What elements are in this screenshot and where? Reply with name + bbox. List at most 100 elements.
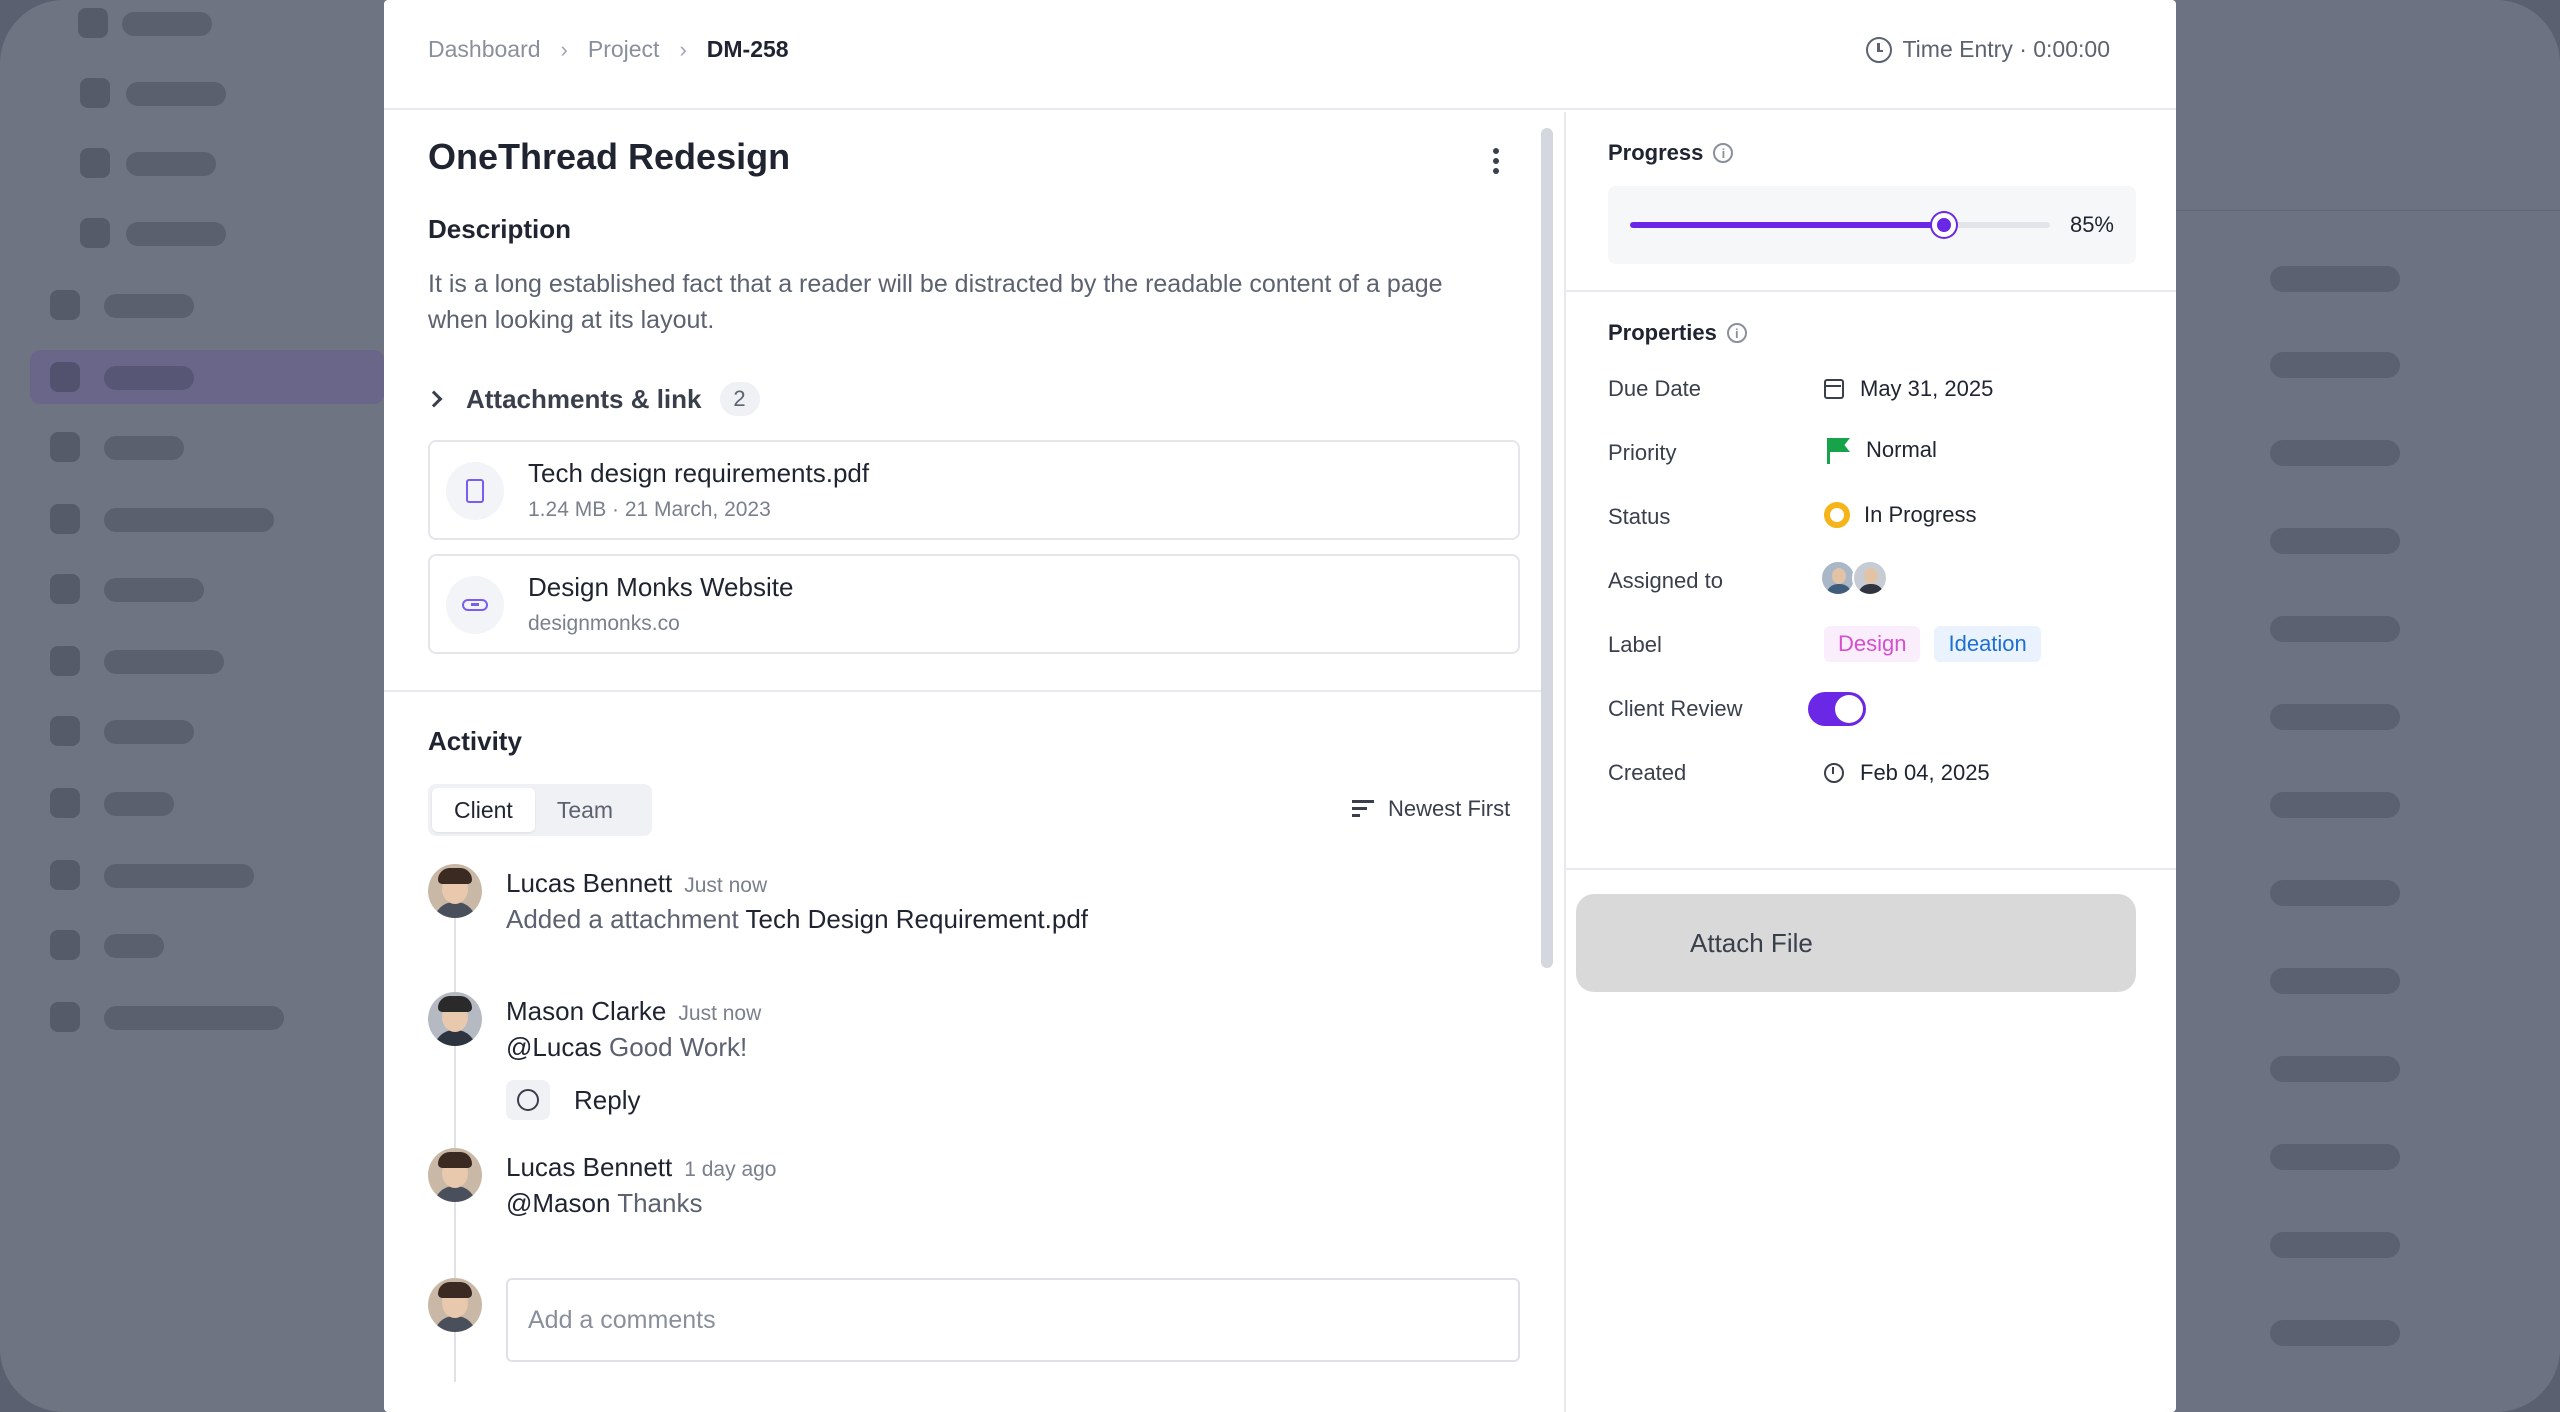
comment-prefix: Added a attachment <box>506 904 739 934</box>
comment-author: Lucas Bennett 1 day ago <box>506 1152 776 1183</box>
breadcrumb-dashboard[interactable]: Dashboard <box>428 36 541 63</box>
bg-icon <box>50 574 80 604</box>
progress-slider[interactable] <box>1630 213 2050 237</box>
author-name: Mason Clarke <box>506 996 667 1026</box>
bg-icon <box>80 218 110 248</box>
assignee-avatars[interactable] <box>1820 560 1888 596</box>
bg-icon <box>50 860 80 890</box>
emoji-icon <box>517 1089 539 1111</box>
comment-time: Just now <box>678 1002 762 1025</box>
attachment-meta: 1.24 MB · 21 March, 2023 <box>528 498 771 521</box>
time-entry-label: Time Entry · 0:00:00 <box>1902 36 2110 62</box>
bg-pill <box>2270 880 2400 906</box>
avatar <box>428 864 482 918</box>
bg-pill <box>2270 266 2400 292</box>
info-icon[interactable]: i <box>1726 323 1747 343</box>
created-value: Feb 04, 2025 <box>1824 760 1990 786</box>
bg-pill <box>2270 616 2400 642</box>
dot-icon <box>1493 168 1499 174</box>
comment-time: 1 day ago <box>684 1158 777 1181</box>
attachment-name: Design Monks Website <box>528 572 794 602</box>
attachment-item[interactable]: Design Monks Website designmonks.co <box>428 554 1520 654</box>
clock-icon <box>1824 763 1844 783</box>
description-text: It is a long established fact that a rea… <box>428 270 1443 334</box>
activity-tabs: Client Team <box>428 784 652 836</box>
attachment-item[interactable]: Tech design requirements.pdf 1.24 MB · 2… <box>428 440 1520 540</box>
more-options-button[interactable] <box>1484 144 1508 184</box>
task-title: OneThread Redesign <box>428 136 791 177</box>
bg-pill <box>2270 1056 2400 1082</box>
emoji-button[interactable] <box>506 1080 550 1120</box>
attach-file-button[interactable]: Attach File <box>1576 894 2136 992</box>
priority-text: Normal <box>1866 437 1937 462</box>
bg-icon <box>50 432 80 462</box>
author-name: Lucas Bennett <box>506 1152 673 1182</box>
attachment-reference[interactable]: Tech Design Requirement.pdf <box>745 904 1088 934</box>
bg-icon <box>78 8 108 38</box>
assignee-avatar[interactable] <box>1820 560 1856 596</box>
screen-frame: Dashboard › Project › DM-258 Time Entry … <box>0 0 2560 1412</box>
author-name: Lucas Bennett <box>506 868 673 898</box>
mention-link[interactable]: @Lucas <box>506 1032 602 1062</box>
bg-item <box>104 792 174 816</box>
label-label: Label <box>1608 632 1662 657</box>
comment-author: Lucas Bennett Just now <box>506 868 767 899</box>
label-tags: Design Ideation <box>1824 626 2055 662</box>
properties-label: Properties <box>1608 320 1717 345</box>
attachments-toggle[interactable]: Attachments & link 2 <box>425 382 760 416</box>
calendar-icon <box>1824 379 1844 399</box>
progress-label: Progress <box>1608 140 1704 165</box>
attachment-icon <box>446 462 504 520</box>
created-text: Feb 04, 2025 <box>1860 760 1990 785</box>
assignee-avatar[interactable] <box>1852 560 1888 596</box>
bg-item <box>104 720 194 744</box>
sort-dropdown[interactable]: Newest First <box>1352 796 1510 822</box>
comment-time: Just now <box>684 874 768 897</box>
breadcrumb-project[interactable]: Project <box>588 36 660 63</box>
tag-design[interactable]: Design <box>1824 626 1921 662</box>
bg-icon <box>80 78 110 108</box>
bg-pill <box>2270 1232 2400 1258</box>
section-divider <box>384 690 1542 692</box>
comment-text: @Mason Thanks <box>506 1188 702 1219</box>
scrollbar[interactable] <box>1541 128 1553 968</box>
due-date-text: May 31, 2025 <box>1860 376 1994 401</box>
bg-item <box>104 650 224 674</box>
bg-item <box>104 1006 284 1030</box>
background-sidebar <box>0 0 384 1412</box>
tag-ideation[interactable]: Ideation <box>1934 626 2041 662</box>
bg-item <box>104 934 164 958</box>
progress-thumb[interactable] <box>1932 213 1957 237</box>
reply-label: Reply <box>574 1084 641 1115</box>
priority-label: Priority <box>1608 440 1677 465</box>
client-review-toggle[interactable] <box>1808 692 1866 726</box>
modal-header: Dashboard › Project › DM-258 Time Entry … <box>384 0 2176 110</box>
due-date-value[interactable]: May 31, 2025 <box>1824 376 1993 402</box>
bg-icon <box>50 716 80 746</box>
attachments-count-badge: 2 <box>719 382 760 416</box>
comment-text: @Lucas Good Work! <box>506 1032 747 1063</box>
time-entry-button[interactable]: Time Entry · 0:00:00 <box>1866 36 2110 63</box>
attachment-meta: designmonks.co <box>528 612 680 635</box>
clock-icon <box>1866 36 1893 63</box>
background-table <box>2176 0 2560 1412</box>
properties-heading: Properties i <box>1608 320 1747 346</box>
section-divider <box>1566 290 2176 292</box>
attachment-icon <box>446 576 504 634</box>
tab-client[interactable]: Client <box>432 788 535 832</box>
bg-pill <box>2270 1144 2400 1170</box>
info-icon[interactable]: i <box>1713 143 1734 163</box>
activity-heading: Activity <box>428 726 522 756</box>
dot-icon <box>1493 158 1499 164</box>
breadcrumb-current: DM-258 <box>706 36 789 62</box>
priority-value[interactable]: Normal <box>1824 436 1937 464</box>
attachment-name: Tech design requirements.pdf <box>528 458 870 488</box>
reply-button[interactable]: Reply <box>506 1080 640 1120</box>
mention-link[interactable]: @Mason <box>506 1188 610 1218</box>
comment-input[interactable] <box>506 1278 1520 1362</box>
status-value[interactable]: In Progress <box>1824 502 1977 528</box>
file-icon <box>466 479 484 503</box>
bg-pill <box>2270 968 2400 994</box>
bg-active-item <box>30 350 384 404</box>
tab-team[interactable]: Team <box>535 788 635 832</box>
